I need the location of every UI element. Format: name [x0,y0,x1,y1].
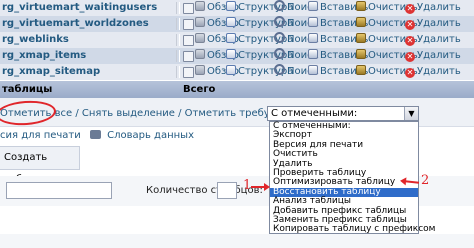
table-row: rg_virtuemart_waitingusers Обзор Структу… [0,0,474,16]
data-dictionary-link[interactable]: Словарь данных [107,130,194,141]
table-name-link[interactable]: rg_weblinks [0,32,174,48]
insert-icon [308,33,318,43]
column-divider [176,66,180,78]
structure-icon [226,65,236,75]
table-name-link[interactable]: rg_virtuemart_worldzones [0,16,174,32]
column-divider [176,50,180,62]
drop-action[interactable]: ✕ Удалить [405,48,461,64]
drop-icon: ✕ [405,68,415,78]
structure-icon [226,17,236,27]
links-separator: / [174,108,185,119]
links-separator: / [72,108,82,119]
print-links: сия для печати Словарь данных [0,130,194,141]
row-checkbox[interactable] [183,3,194,14]
insert-icon [308,17,318,27]
table-name-link[interactable]: rg_xmap_sitemap [0,64,174,80]
dropdown-option[interactable]: Копировать таблицу с префиксом [270,224,435,234]
row-checkbox[interactable] [183,19,194,30]
annotation-number-2: 2 [421,173,430,188]
browse-icon [195,33,205,43]
create-table-heading: Создать таблицу [0,146,80,185]
row-checkbox[interactable] [183,67,194,78]
with-selected-dropdown[interactable]: С отмеченными: ▼ [267,106,419,121]
browse-icon [195,17,205,27]
empty-icon [356,49,366,59]
search-icon [274,16,285,27]
drop-icon: ✕ [405,36,415,46]
annotation-arrow-1 [251,183,270,191]
uncheck-all-link[interactable]: Снять выделение [82,108,175,119]
search-icon [274,64,285,75]
empty-icon [356,17,366,27]
column-divider [176,18,180,30]
drop-action[interactable]: ✕ Удалить [405,64,461,80]
structure-icon [226,1,236,11]
tables-header-row: таблицы Всего [0,81,474,98]
table-row: rg_virtuemart_worldzones Обзор Структура… [0,16,474,32]
tables-count-label: таблицы [2,84,53,95]
drop-action[interactable]: ✕ Удалить [405,32,461,48]
browse-icon [195,49,205,59]
empty-icon [356,65,366,75]
drop-icon: ✕ [405,52,415,62]
drop-icon: ✕ [405,20,415,30]
drop-action[interactable]: ✕ Удалить [405,16,461,32]
table-name-input[interactable] [6,182,112,199]
with-selected-options-list[interactable]: С отмеченными: Экспорт Версия для печати… [269,121,435,234]
drop-action[interactable]: ✕ Удалить [405,0,461,16]
table-name-link[interactable]: rg_virtuemart_waitingusers [0,0,174,16]
print-view-link[interactable]: сия для печати [0,130,81,141]
table-row: rg_xmap_sitemap Обзор Структура Поиск Вс… [0,64,474,80]
search-icon [274,48,285,59]
column-divider [176,34,180,46]
empty-icon [356,1,366,11]
insert-icon [308,1,318,11]
table-row: rg_xmap_items Обзор Структура Поиск Вста… [0,48,474,64]
search-icon [274,0,285,11]
row-checkbox[interactable] [183,35,194,46]
footer-area [0,234,474,248]
row-checkbox[interactable] [183,51,194,62]
browse-icon [195,65,205,75]
table-row: rg_weblinks Обзор Структура Поиск Встави… [0,32,474,48]
total-label: Всего [183,84,216,95]
structure-icon [226,49,236,59]
column-divider [176,2,180,14]
table-name-link[interactable]: rg_xmap_items [0,48,174,64]
structure-icon [226,33,236,43]
search-icon [274,32,285,43]
data-dictionary-icon [89,130,101,139]
browse-icon [195,1,205,11]
insert-icon [308,49,318,59]
with-selected-value: С отмеченными: [271,108,358,119]
insert-icon [308,65,318,75]
chevron-down-icon[interactable]: ▼ [404,107,418,120]
columns-count-input[interactable] [217,182,237,199]
empty-icon [356,33,366,43]
drop-icon: ✕ [405,4,415,14]
